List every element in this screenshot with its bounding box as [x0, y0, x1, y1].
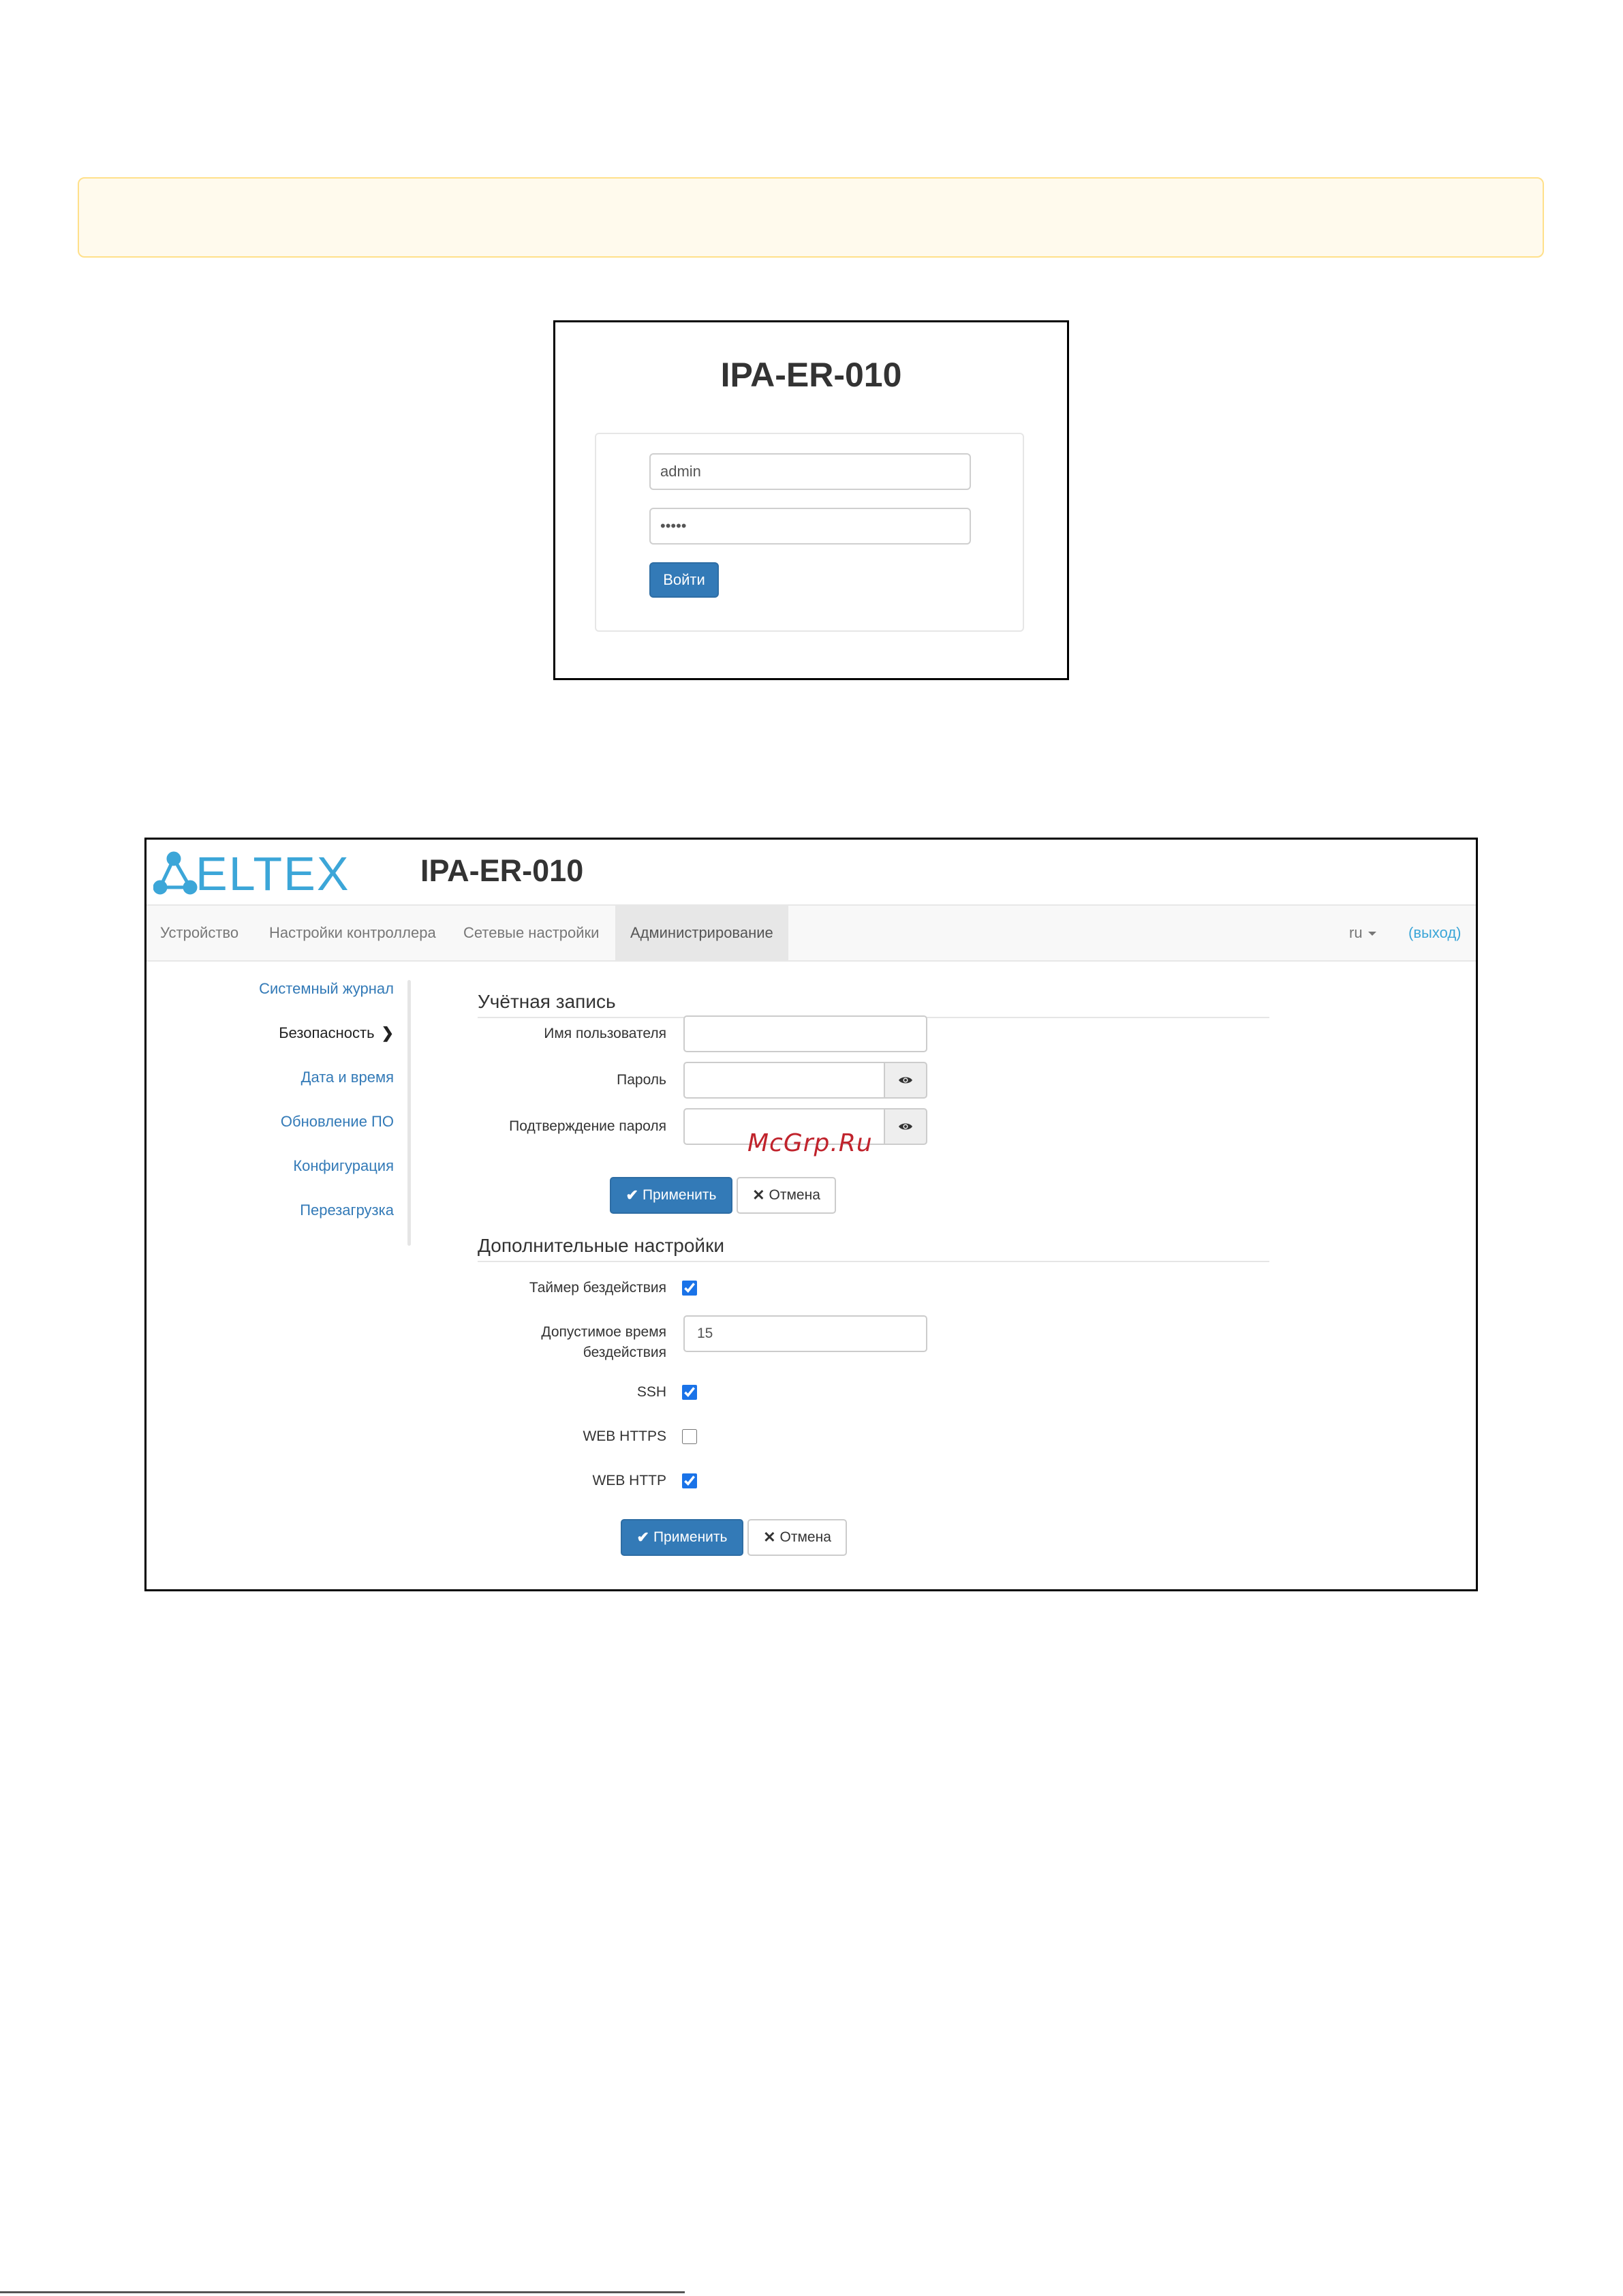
top-navbar: Устройство Настройки контроллера Сетевые… — [146, 904, 1476, 962]
web-http-checkbox[interactable] — [682, 1473, 697, 1488]
sidebar-item-reboot[interactable]: Перезагрузка — [300, 1201, 394, 1219]
nav-item-administration[interactable]: Администрирование — [615, 906, 788, 960]
sidebar-item-date-time[interactable]: Дата и время — [301, 1069, 394, 1086]
idle-timer-label: Таймер бездействия — [529, 1280, 666, 1296]
language-value: ru — [1349, 924, 1363, 941]
idle-time-label-line2: бездействия — [583, 1345, 666, 1360]
login-title: IPA-ER-010 — [720, 356, 902, 394]
ssh-label: SSH — [636, 1384, 666, 1400]
nav-item-controller-settings[interactable]: Настройки контроллера — [269, 906, 436, 960]
sidebar-item-firmware-update[interactable]: Обновление ПО — [281, 1113, 394, 1131]
show-password-button[interactable] — [884, 1062, 927, 1099]
idle-time-input[interactable] — [683, 1315, 927, 1352]
web-https-checkbox[interactable] — [682, 1429, 697, 1444]
section-title-additional: Дополнительные настройки — [478, 1235, 724, 1256]
nav-item-device[interactable]: Устройство — [160, 906, 238, 960]
section-divider — [478, 1261, 1269, 1262]
footer-divider — [0, 2291, 685, 2293]
account-cancel-button[interactable]: ✕ Отмена — [737, 1177, 836, 1214]
chevron-right-icon: ❯ — [381, 1024, 394, 1041]
web-http-label: WEB HTTP — [592, 1473, 667, 1488]
additional-cancel-button[interactable]: ✕ Отмена — [747, 1519, 847, 1556]
password-input[interactable] — [683, 1062, 885, 1099]
login-password-input[interactable] — [649, 508, 971, 545]
login-submit-button[interactable]: Войти — [649, 562, 719, 598]
admin-screenshot: ELTEX IPA-ER-010 Устройство Настройки ко… — [144, 838, 1478, 1591]
sidebar-item-label: Безопасность — [279, 1024, 375, 1041]
login-panel: Войти — [595, 433, 1024, 632]
close-icon: ✕ — [763, 1529, 776, 1546]
eltex-logo: ELTEX — [153, 849, 350, 897]
app-title: IPA-ER-010 — [420, 853, 584, 888]
language-selector[interactable]: ru — [1349, 906, 1376, 960]
close-icon: ✕ — [752, 1187, 765, 1204]
nav-item-network-settings[interactable]: Сетевые настройки — [463, 906, 599, 960]
eye-icon — [899, 1077, 912, 1084]
check-icon: ✔ — [636, 1529, 649, 1546]
sidebar-item-configuration[interactable]: Конфигурация — [293, 1157, 394, 1175]
account-apply-button[interactable]: ✔ Применить — [610, 1177, 732, 1214]
section-title-account: Учётная запись — [478, 991, 616, 1012]
apply-label: Применить — [642, 1187, 717, 1203]
logo-wordmark: ELTEX — [196, 849, 350, 897]
sidebar-divider — [407, 980, 411, 1246]
cancel-label: Отмена — [779, 1529, 831, 1545]
username-label: Имя пользователя — [544, 1026, 666, 1041]
watermark-text: McGrp.Ru — [747, 1129, 873, 1157]
confirm-password-label: Подтверждение пароля — [509, 1118, 666, 1134]
ssh-checkbox[interactable] — [682, 1385, 697, 1400]
password-label: Пароль — [617, 1072, 666, 1088]
sidebar-item-system-log[interactable]: Системный журнал — [259, 980, 394, 998]
login-username-input[interactable] — [649, 453, 971, 490]
eye-icon — [899, 1123, 912, 1130]
cancel-label: Отмена — [769, 1187, 820, 1203]
idle-timer-checkbox[interactable] — [682, 1281, 697, 1296]
show-confirm-password-button[interactable] — [884, 1108, 927, 1145]
caret-down-icon — [1367, 932, 1376, 936]
apply-label: Применить — [653, 1529, 728, 1545]
additional-apply-button[interactable]: ✔ Применить — [621, 1519, 743, 1556]
check-icon: ✔ — [625, 1187, 638, 1204]
login-screenshot: IPA-ER-010 Войти — [553, 320, 1069, 680]
logout-link[interactable]: (выход) — [1408, 906, 1462, 960]
idle-time-label-line1: Допустимое время — [541, 1324, 666, 1340]
username-input[interactable] — [683, 1015, 927, 1052]
note-box — [78, 177, 1544, 258]
web-https-label: WEB HTTPS — [583, 1428, 666, 1444]
sidebar-item-security[interactable]: Безопасность ❯ — [279, 1024, 394, 1042]
